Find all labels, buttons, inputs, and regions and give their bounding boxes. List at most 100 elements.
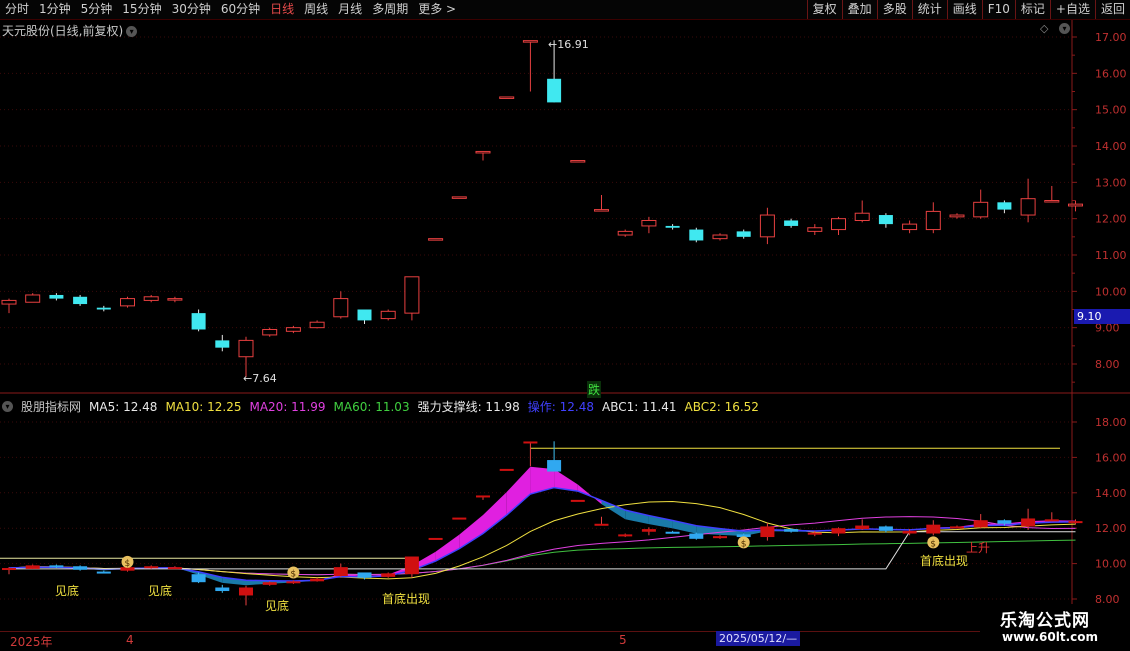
indicator-candle-body <box>499 468 514 471</box>
indicator-candle <box>310 577 325 582</box>
candle <box>215 334 230 352</box>
indicator-candle-body <box>689 533 704 539</box>
action-button-0[interactable]: 复权 <box>806 0 842 19</box>
period-tab-6[interactable]: 日线 <box>265 0 299 19</box>
candle <box>404 276 420 321</box>
indicator-candle-body <box>973 520 988 528</box>
chart-area[interactable]: 17.00 16.00 15.00 14.00 13.00 12.00 11.00 10.00… <box>0 20 1130 631</box>
indicator-candle-body <box>926 524 941 534</box>
chevron-down-icon[interactable]: ▾ <box>2 401 13 412</box>
indicator-candle <box>547 441 562 472</box>
candle <box>973 189 989 219</box>
indicator-candle-body <box>713 536 727 539</box>
ma20-line <box>8 516 1076 576</box>
indicator-candle <box>594 516 609 526</box>
period-tab-3[interactable]: 15分钟 <box>117 0 166 19</box>
indicator-candle-body <box>452 517 467 520</box>
period-tab-2[interactable]: 5分钟 <box>76 0 118 19</box>
candle-body <box>1020 198 1036 216</box>
indicator-candle-body <box>357 572 372 578</box>
indicator-candle-body <box>381 573 396 577</box>
indicator-y-axis: 18.0016.0014.0012.0010.008.00 <box>1072 416 1127 606</box>
signal-label: 上升 <box>966 541 991 555</box>
indicator-candle-body <box>49 565 64 568</box>
indicator-candle-body <box>547 460 562 472</box>
indicator-candle-body <box>333 567 348 576</box>
candle <box>191 309 206 332</box>
settings-icon[interactable]: ▾ <box>1059 23 1070 34</box>
trend-band <box>506 466 531 516</box>
candle-body <box>167 298 183 301</box>
candle <box>333 291 349 319</box>
indicator-candle <box>73 565 88 571</box>
action-button-4[interactable]: 画线 <box>946 0 982 19</box>
candle-body <box>807 227 823 232</box>
indicator-candle <box>428 537 443 540</box>
candle <box>309 320 325 329</box>
indicator-value-2: MA20: 11.99 <box>249 399 326 414</box>
candle <box>380 309 396 321</box>
price-tick-label: 11.00 <box>1095 249 1127 262</box>
trend-band <box>601 500 626 520</box>
dollar-glyph: $ <box>930 539 936 549</box>
candle <box>854 200 870 223</box>
candle <box>617 229 633 237</box>
diamond-icon[interactable]: ◇ <box>1040 22 1048 35</box>
price-tick-label: 10.00 <box>1095 285 1127 298</box>
indicator-candle <box>215 584 230 593</box>
candle <box>594 195 609 212</box>
period-tab-7[interactable]: 周线 <box>299 0 333 19</box>
signal-label: 见底 <box>55 584 80 598</box>
candle-body <box>1 299 17 305</box>
action-button-7[interactable]: +自选 <box>1049 0 1095 19</box>
candle <box>1044 185 1060 203</box>
candle-body <box>878 215 893 225</box>
action-button-8[interactable]: 返回 <box>1094 0 1130 19</box>
action-button-2[interactable]: 多股 <box>876 0 912 19</box>
period-tab-1[interactable]: 1分钟 <box>34 0 76 19</box>
candle-body <box>120 298 135 307</box>
action-buttons: 复权 叠加 多股 统计 画线 F10 标记 +自选 返回 <box>806 0 1130 19</box>
signal-label: 首底出现 <box>382 592 431 606</box>
ma60-line <box>8 539 1076 576</box>
indicator-candle <box>973 514 988 529</box>
chevron-down-icon[interactable]: ▾ <box>126 26 138 37</box>
candle <box>1 298 17 314</box>
candle <box>1068 200 1083 212</box>
action-button-5[interactable]: F10 <box>981 0 1015 19</box>
candle-body <box>689 229 704 241</box>
period-tab-5[interactable]: 60分钟 <box>216 0 265 19</box>
money-bag-icon: $ <box>737 536 750 549</box>
cursor-date: 2025/05/12/— <box>716 631 801 646</box>
action-button-6[interactable]: 标记 <box>1014 0 1050 19</box>
price-tick-label: 8.00 <box>1095 358 1120 371</box>
candle-body <box>547 78 562 103</box>
indicator-candle-body <box>239 587 253 596</box>
indicator-candle <box>713 535 727 539</box>
period-tab-10[interactable]: 更多 > <box>413 0 461 19</box>
candle <box>689 227 704 243</box>
dollar-glyph: $ <box>741 539 747 549</box>
period-tab-0[interactable]: 分时 <box>0 0 34 19</box>
action-button-1[interactable]: 叠加 <box>841 0 877 19</box>
price-tick-label: 15.00 <box>1095 104 1127 117</box>
indicator-candle <box>618 533 633 538</box>
candle-body <box>641 219 657 227</box>
indicator-candle-body <box>167 567 182 570</box>
indicator-candle <box>689 532 704 540</box>
candle-body <box>191 313 206 330</box>
indicator-legend: ▾ 股朋指标网 MA5: 12.48 MA10: 12.25 MA20: 11.99… <box>2 398 759 415</box>
period-tab-8[interactable]: 月线 <box>333 0 367 19</box>
indicator-candle-body <box>831 528 846 534</box>
period-tab-4[interactable]: 30分钟 <box>167 0 216 19</box>
period-tab-9[interactable]: 多周期 <box>367 0 413 19</box>
action-button-3[interactable]: 统计 <box>911 0 947 19</box>
price-pane-title[interactable]: 天元股份(日线,前复权) ▾ <box>2 22 138 39</box>
indicator-name: 股朋指标网 <box>21 400 82 414</box>
indicator-tick-label: 16.00 <box>1095 451 1127 464</box>
dollar-glyph: $ <box>125 559 131 569</box>
candle-body <box>309 321 325 329</box>
candle <box>925 202 941 234</box>
candle-body <box>96 307 111 310</box>
candle-body <box>736 231 751 237</box>
